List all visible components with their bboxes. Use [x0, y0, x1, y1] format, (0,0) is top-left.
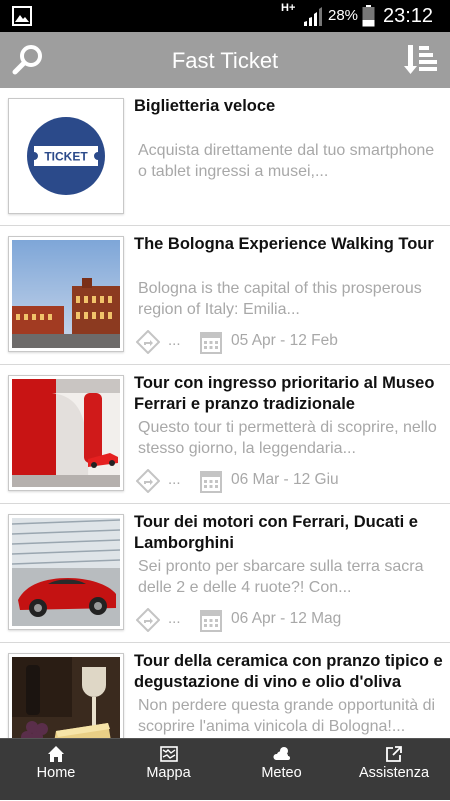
bottom-nav: Home Mappa Meteo Assistenza: [0, 738, 450, 800]
item-meta: ... 06 Apr - 12 Mag: [136, 608, 446, 632]
item-thumbnail: [8, 236, 124, 352]
nav-assistance[interactable]: Assistenza: [338, 739, 450, 801]
item-dates: 05 Apr - 12 Feb: [231, 332, 338, 349]
gallery-notification-icon: [12, 6, 32, 26]
share-dots: ...: [168, 332, 181, 349]
item-title: Tour dei motori con Ferrari, Ducati e La…: [134, 513, 418, 552]
item-description: Questo tour ti permetterà di scoprire, n…: [138, 419, 437, 457]
item-dates: 06 Apr - 12 Mag: [231, 610, 342, 627]
item-description: Acquista direttamente dal tuo smartphone…: [138, 142, 435, 180]
app-bar: Fast Ticket: [0, 32, 450, 88]
item-title: Tour con ingresso prioritario al Museo F…: [134, 374, 435, 413]
wine-cheese-photo: [12, 657, 120, 738]
item-thumbnail: [8, 375, 124, 491]
battery-percent: 28%: [328, 7, 359, 24]
battery-icon: [362, 5, 375, 27]
nav-home[interactable]: Home: [0, 739, 112, 801]
nav-label: Assistenza: [358, 765, 430, 781]
item-thumbnail: [8, 514, 124, 630]
ticket-label: TICKET: [44, 150, 88, 164]
item-title: The Bologna Experience Walking Tour: [134, 235, 434, 253]
share-icon[interactable]: [136, 330, 160, 354]
status-bar: H+ 28% 23:12: [0, 0, 450, 32]
nav-map[interactable]: Mappa: [112, 739, 225, 801]
item-thumbnail: TICKET: [8, 98, 124, 214]
item-description: Sei pronto per sbarcare sulla terra sacr…: [138, 558, 424, 596]
nav-label: Mappa: [146, 765, 191, 781]
item-title: Tour della ceramica con pranzo tipico e …: [134, 652, 443, 691]
list-item[interactable]: Tour con ingresso prioritario al Museo F…: [0, 365, 450, 504]
list-menu-icon: [404, 45, 437, 74]
item-dates: 06 Mar - 12 Giu: [231, 471, 339, 488]
item-description: Non perdere questa grande opportunità di…: [138, 697, 436, 735]
ticket-list: TICKET Biglietteria veloce Acquista dire…: [0, 88, 450, 738]
bologna-square-photo: [12, 240, 120, 348]
list-item[interactable]: Tour dei motori con Ferrari, Ducati e La…: [0, 504, 450, 643]
item-description: Bologna is the capital of this prosperou…: [138, 280, 422, 318]
list-item[interactable]: Tour della ceramica con pranzo tipico e …: [0, 643, 450, 738]
ticket-logo: TICKET: [27, 117, 105, 195]
home-icon: [48, 746, 64, 762]
nav-label: Meteo: [261, 765, 302, 781]
share-dots: ...: [168, 471, 181, 488]
calendar-icon: [200, 610, 222, 632]
external-link-icon: [386, 746, 402, 762]
share-dots: ...: [168, 610, 181, 627]
item-meta: ... 05 Apr - 12 Feb: [136, 330, 446, 354]
signal-icon: [304, 7, 322, 26]
nav-weather[interactable]: Meteo: [225, 739, 338, 801]
nav-label: Home: [36, 765, 76, 781]
list-item[interactable]: The Bologna Experience Walking Tour Bolo…: [0, 226, 450, 365]
item-meta: ... 06 Mar - 12 Giu: [136, 469, 446, 493]
ferrari-museum-photo: [12, 379, 120, 487]
weather-icon: [272, 747, 290, 760]
menu-button[interactable]: [400, 42, 440, 78]
red-ferrari-photo: [12, 518, 120, 626]
list-item[interactable]: TICKET Biglietteria veloce Acquista dire…: [0, 88, 450, 226]
page-title: Fast Ticket: [171, 48, 279, 73]
share-icon[interactable]: [136, 608, 160, 632]
item-title: Biglietteria veloce: [134, 97, 276, 115]
map-icon: [159, 746, 178, 762]
item-thumbnail: [8, 653, 124, 738]
clock: 23:12: [383, 5, 434, 27]
share-icon[interactable]: [136, 469, 160, 493]
network-type: H+: [281, 2, 296, 14]
calendar-icon: [200, 332, 222, 354]
calendar-icon: [200, 471, 222, 493]
